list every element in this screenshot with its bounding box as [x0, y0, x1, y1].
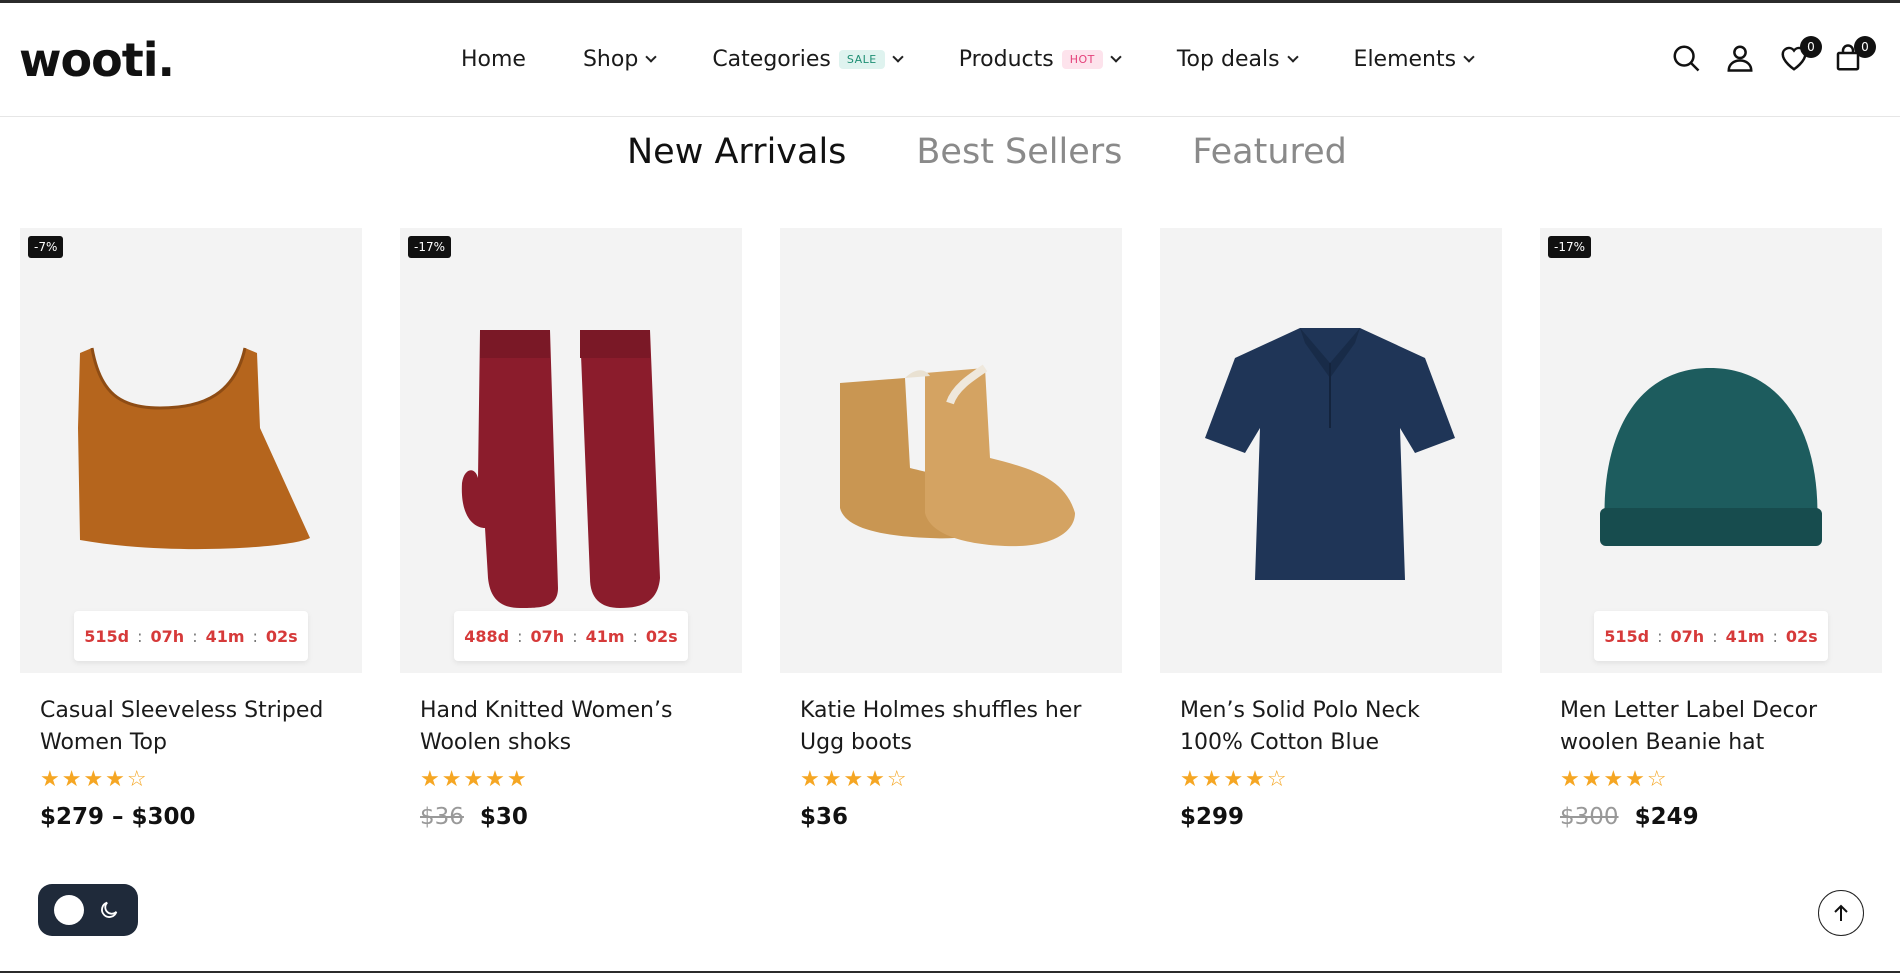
timer-seconds: 02s — [265, 626, 298, 646]
product-price: $299 — [1180, 804, 1502, 830]
mittens-image — [461, 330, 660, 608]
product-title[interactable]: Men’s Solid Polo Neck 100% Cotton Blue — [1180, 695, 1480, 759]
product-price: $300 $249 — [1560, 804, 1882, 830]
nav-item-label: Shop — [582, 47, 639, 72]
nav-item-products[interactable]: Products HOT — [958, 47, 1122, 72]
search-icon — [1673, 45, 1700, 72]
site-logo[interactable]: wooti. — [19, 33, 175, 87]
toggle-knob — [54, 895, 84, 925]
timer-hours: 07h — [530, 626, 565, 646]
product-title[interactable]: Casual Sleeveless Striped Women Top — [40, 695, 340, 759]
product-price: $36 — [800, 804, 1122, 830]
tab-best-sellers[interactable]: Best Sellers — [916, 132, 1122, 172]
wishlist-count: 0 — [1800, 36, 1822, 58]
countdown-timer: 515d: 07h: 41m: 02s — [74, 611, 308, 661]
old-price: $36 — [420, 804, 464, 830]
star-rating: ★★★★★ — [420, 767, 529, 792]
nav-item-label: Home — [461, 47, 526, 72]
product-card[interactable]: -17% 515d: 07h: 41m: 02s Men Letter Labe… — [1540, 228, 1882, 830]
main-nav: Home Shop Categories SALE Products HOT T… — [461, 47, 1475, 72]
tab-new-arrivals[interactable]: New Arrivals — [627, 132, 846, 172]
tab-featured[interactable]: Featured — [1192, 132, 1346, 172]
user-icon — [1727, 45, 1753, 72]
timer-seconds: 02s — [645, 626, 678, 646]
product-card[interactable]: Katie Holmes shuffles her Ugg boots ★★★★… — [780, 228, 1122, 830]
current-price: $279 – $300 — [40, 804, 196, 830]
timer-days: 515d — [84, 626, 130, 646]
sale-badge: SALE — [838, 50, 885, 69]
arrow-up-icon — [1834, 904, 1848, 921]
timer-hours: 07h — [1670, 626, 1705, 646]
product-price: $36 $30 — [420, 804, 742, 830]
account-button[interactable] — [1722, 40, 1758, 76]
nav-item-home[interactable]: Home — [461, 47, 526, 72]
polo-shirt-image — [1205, 328, 1455, 580]
moon-icon — [101, 901, 118, 918]
countdown-timer: 515d: 07h: 41m: 02s — [1594, 611, 1828, 661]
wishlist-button[interactable]: 0 — [1776, 36, 1822, 76]
nav-item-shop[interactable]: Shop — [582, 47, 657, 72]
timer-hours: 07h — [150, 626, 185, 646]
header-actions: 0 0 — [1668, 36, 1876, 76]
product-card[interactable]: -7% 515d: 07h: 41m: 02s Casual Sleeveles… — [20, 228, 362, 830]
chevron-down-icon — [892, 51, 904, 63]
timer-minutes: 41m — [205, 626, 245, 646]
nav-item-elements[interactable]: Elements — [1353, 47, 1475, 72]
product-card[interactable]: -17% 488d: 07h: 41m: 02s Hand Knitted Wo… — [400, 228, 742, 830]
star-rating: ★★★★☆ — [1560, 767, 1669, 792]
chevron-down-icon — [1110, 51, 1122, 63]
product-image[interactable]: -7% 515d: 07h: 41m: 02s — [20, 228, 362, 673]
theme-toggle[interactable] — [38, 884, 138, 936]
nav-item-label: Products — [958, 47, 1054, 72]
chevron-down-icon — [1463, 51, 1475, 63]
cart-button[interactable]: 0 — [1830, 36, 1876, 76]
search-button[interactable] — [1668, 40, 1704, 76]
star-rating: ★★★★☆ — [1180, 767, 1289, 792]
product-image[interactable] — [1160, 228, 1502, 673]
product-price: $279 – $300 — [40, 804, 362, 830]
current-price: $299 — [1180, 804, 1245, 830]
product-grid: -7% 515d: 07h: 41m: 02s Casual Sleeveles… — [20, 228, 1882, 830]
hot-badge: HOT — [1061, 50, 1103, 69]
product-title[interactable]: Hand Knitted Women’s Woolen shoks — [420, 695, 720, 759]
product-image[interactable]: -17% 515d: 07h: 41m: 02s — [1540, 228, 1882, 673]
beanie-image — [1600, 368, 1822, 546]
discount-badge: -17% — [408, 236, 452, 258]
crop-top-image — [78, 347, 310, 550]
cart-count: 0 — [1854, 36, 1876, 58]
product-title[interactable]: Men Letter Label Decor woolen Beanie hat — [1560, 695, 1860, 759]
nav-item-label: Categories — [712, 47, 831, 72]
product-card[interactable]: Men’s Solid Polo Neck 100% Cotton Blue ★… — [1160, 228, 1502, 830]
boots-image — [840, 364, 1075, 547]
nav-item-top-deals[interactable]: Top deals — [1176, 47, 1299, 72]
chevron-down-icon — [645, 51, 657, 63]
current-price: $30 — [479, 804, 528, 830]
site-header: wooti. Home Shop Categories SALE Product… — [0, 3, 1900, 117]
scroll-to-top-button[interactable] — [1818, 890, 1864, 936]
chevron-down-icon — [1286, 51, 1299, 63]
old-price: $300 — [1560, 804, 1619, 830]
timer-seconds: 02s — [1785, 626, 1818, 646]
countdown-timer: 488d: 07h: 41m: 02s — [454, 611, 688, 661]
timer-days: 515d — [1604, 626, 1650, 646]
nav-item-categories[interactable]: Categories SALE — [712, 47, 904, 72]
discount-badge: -7% — [28, 236, 64, 258]
current-price: $36 — [800, 804, 849, 830]
star-rating: ★★★★☆ — [800, 767, 909, 792]
nav-item-label: Top deals — [1176, 47, 1280, 72]
timer-days: 488d — [464, 626, 510, 646]
timer-minutes: 41m — [1725, 626, 1765, 646]
timer-minutes: 41m — [585, 626, 625, 646]
discount-badge: -17% — [1548, 236, 1592, 258]
current-price: $249 — [1634, 804, 1699, 830]
nav-item-label: Elements — [1353, 47, 1457, 72]
star-rating: ★★★★☆ — [40, 767, 149, 792]
product-title[interactable]: Katie Holmes shuffles her Ugg boots — [800, 695, 1100, 759]
product-image[interactable]: -17% 488d: 07h: 41m: 02s — [400, 228, 742, 673]
product-image[interactable] — [780, 228, 1122, 673]
